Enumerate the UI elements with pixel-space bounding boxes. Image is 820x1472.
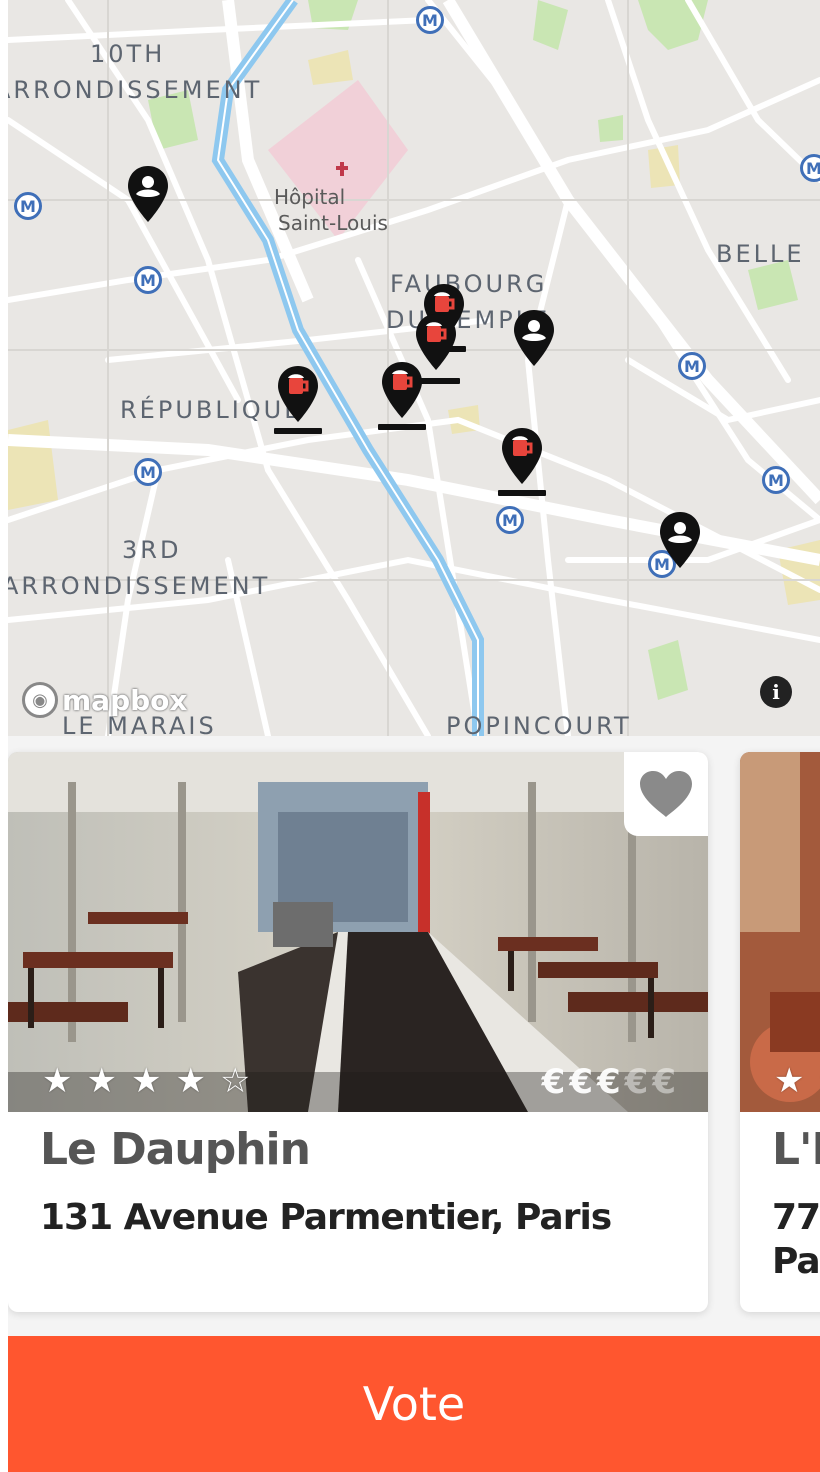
restaurant-address-line: Par: [772, 1241, 820, 1282]
euro-icon: €: [541, 1062, 566, 1102]
mapbox-logo-icon: ◉: [22, 682, 58, 718]
hospital-label-2: Saint-Louis: [278, 211, 388, 235]
restaurant-photo: [8, 752, 708, 1112]
bar-pin-underline: [498, 490, 546, 496]
star-full-icon: ★: [86, 1062, 117, 1100]
star-full-icon: ★: [175, 1062, 206, 1100]
user-location-pin-icon[interactable]: [512, 308, 556, 368]
restaurant-photo-image: [8, 752, 708, 1112]
rating-stars: ★ ★ ★ ★ ☆: [42, 1064, 250, 1098]
district-3-label-2: ARRONDISSEMENT: [8, 572, 271, 600]
star-full-icon: ★: [774, 1062, 805, 1100]
district-10-label-1: 10TH: [90, 40, 166, 68]
star-full-icon: ★: [130, 1062, 162, 1100]
rating-stars: ★ ★: [774, 1064, 820, 1098]
popincourt-label: POPINCOURT: [446, 712, 632, 736]
user-location-pin-icon[interactable]: [658, 510, 702, 570]
district-3-label-1: 3RD: [122, 536, 182, 564]
metro-icon[interactable]: M: [762, 466, 790, 494]
restaurant-photo: [740, 752, 820, 1112]
euro-icon: €: [569, 1062, 593, 1102]
euro-icon: €: [652, 1062, 676, 1102]
heart-icon: [640, 771, 692, 817]
faubourg-label-1: FAUBOURG: [390, 270, 548, 298]
user-location-pin-icon[interactable]: [126, 164, 170, 224]
restaurant-photo-image: [740, 752, 820, 1112]
restaurant-name: Le Dauphin: [40, 1124, 311, 1175]
restaurant-address-line: 77: [772, 1197, 820, 1238]
metro-icon[interactable]: M: [678, 352, 706, 380]
mapbox-logo[interactable]: ◉ mapbox: [22, 682, 187, 718]
bar-pin-underline: [378, 424, 426, 430]
restaurant-card[interactable]: ★ ★ ★ ★ ☆ € € € € € Le Dauphin 131 Avenu…: [8, 752, 708, 1312]
star-empty-icon: ☆: [219, 1062, 251, 1100]
star-full-icon: ★: [42, 1062, 73, 1100]
restaurant-card[interactable]: ★ ★ L'E 77 Par: [740, 752, 820, 1312]
metro-icon[interactable]: M: [496, 506, 524, 534]
hospital-label-1: Hôpital: [274, 185, 346, 209]
metro-icon[interactable]: M: [134, 266, 162, 294]
belleville-label: BELLE: [716, 240, 805, 268]
euro-icon: €: [624, 1062, 649, 1102]
map-view[interactable]: 10TH ARRONDISSEMENT Hôpital Saint-Louis …: [8, 0, 820, 736]
mapbox-wordmark: mapbox: [62, 683, 188, 717]
restaurant-name: L'E: [772, 1124, 820, 1175]
favorite-button[interactable]: [624, 752, 708, 836]
metro-icon[interactable]: M: [416, 6, 444, 34]
metro-icon[interactable]: M: [14, 192, 42, 220]
app-frame: 10TH ARRONDISSEMENT Hôpital Saint-Louis …: [8, 0, 820, 1472]
vote-button[interactable]: Vote: [8, 1336, 820, 1472]
metro-icon[interactable]: M: [134, 458, 162, 486]
info-icon[interactable]: i: [760, 676, 792, 708]
restaurant-address: 77 Par: [772, 1196, 820, 1284]
bar-pin-underline: [274, 428, 322, 434]
price-level: € € € € €: [542, 1062, 676, 1102]
district-10-label-2: ARRONDISSEMENT: [8, 76, 263, 104]
bar-pin-icon[interactable]: [276, 364, 320, 424]
bar-pin-icon[interactable]: [500, 426, 544, 486]
bar-pin-icon[interactable]: [380, 360, 424, 420]
euro-icon: €: [596, 1062, 621, 1102]
restaurant-address: 131 Avenue Parmentier, Paris: [40, 1197, 612, 1238]
metro-icon[interactable]: M: [800, 154, 820, 182]
